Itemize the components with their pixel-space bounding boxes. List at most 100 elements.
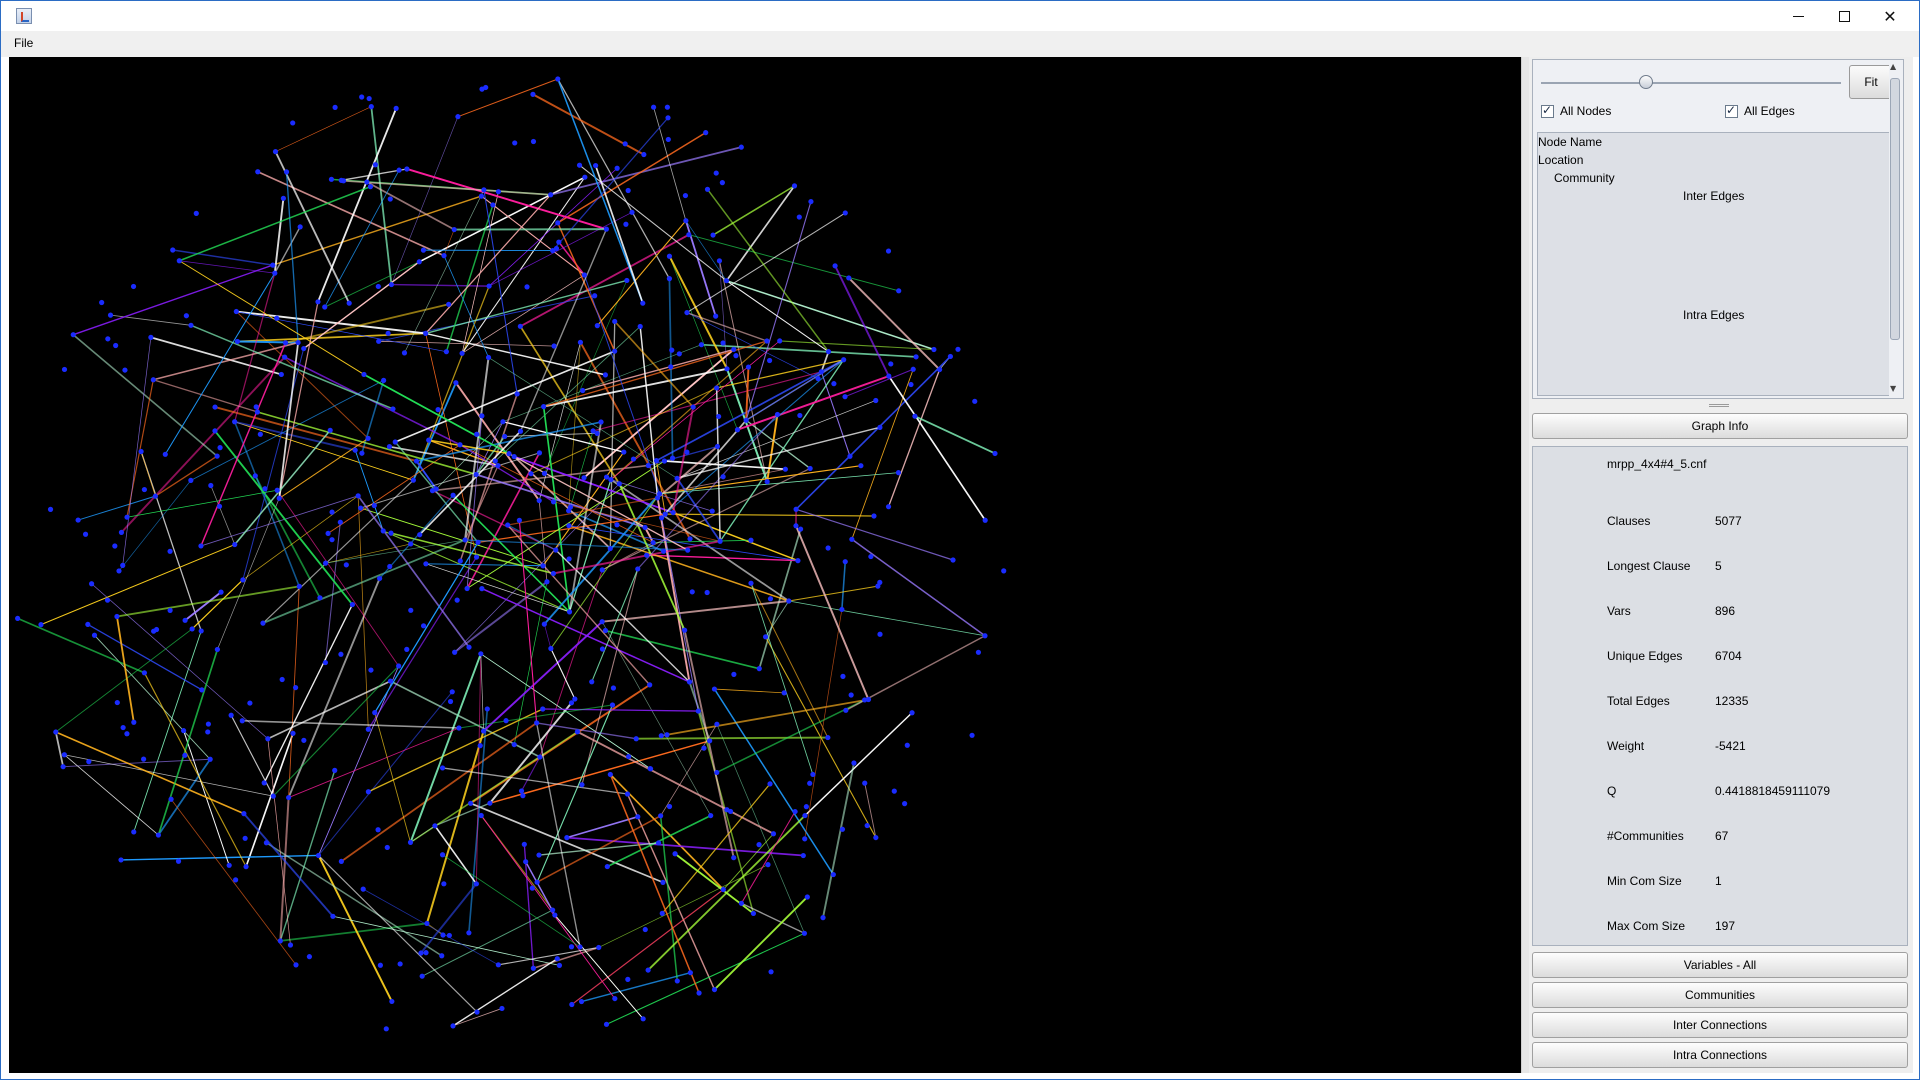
graph-canvas[interactable]	[9, 57, 1521, 1073]
minimize-button[interactable]	[1775, 1, 1821, 31]
graph-node[interactable]	[466, 930, 472, 936]
graph-node[interactable]	[701, 745, 707, 751]
graph-node[interactable]	[793, 523, 799, 529]
graph-node[interactable]	[764, 479, 770, 485]
graph-node[interactable]	[408, 607, 414, 613]
graph-node[interactable]	[330, 913, 336, 919]
graph-node[interactable]	[713, 313, 719, 319]
graph-node[interactable]	[733, 353, 739, 359]
graph-node[interactable]	[388, 281, 395, 288]
graph-node[interactable]	[232, 419, 238, 425]
graph-node[interactable]	[366, 95, 372, 102]
graph-node[interactable]	[825, 734, 831, 741]
graph-node[interactable]	[687, 536, 693, 542]
graph-node[interactable]	[564, 835, 570, 841]
graph-node[interactable]	[105, 336, 111, 342]
graph-node[interactable]	[589, 679, 595, 685]
graph-node[interactable]	[150, 377, 156, 383]
graph-node[interactable]	[767, 357, 773, 364]
graph-node[interactable]	[387, 196, 393, 202]
graph-node[interactable]	[698, 342, 705, 348]
graph-node[interactable]	[703, 130, 709, 136]
graph-node[interactable]	[848, 692, 854, 698]
graph-node[interactable]	[762, 634, 769, 640]
graph-node[interactable]	[642, 926, 648, 933]
graph-node[interactable]	[664, 104, 670, 110]
graph-node[interactable]	[670, 509, 676, 516]
graph-node[interactable]	[566, 609, 573, 615]
graph-node[interactable]	[807, 780, 813, 786]
graph-node[interactable]	[842, 394, 848, 400]
graph-node[interactable]	[239, 718, 245, 724]
graph-node[interactable]	[655, 840, 662, 846]
graph-node[interactable]	[481, 187, 487, 193]
graph-node[interactable]	[871, 513, 877, 519]
graph-node[interactable]	[188, 322, 194, 328]
graph-node[interactable]	[377, 575, 383, 582]
graph-node[interactable]	[199, 687, 205, 693]
graph-node[interactable]	[714, 721, 720, 727]
graph-node[interactable]	[669, 347, 675, 353]
graph-node[interactable]	[982, 517, 988, 523]
graph-node[interactable]	[392, 439, 398, 445]
graph-node[interactable]	[388, 530, 394, 536]
graph-node[interactable]	[608, 477, 614, 483]
graph-node[interactable]	[888, 361, 894, 367]
maximize-button[interactable]	[1821, 1, 1867, 31]
graph-node[interactable]	[443, 349, 449, 355]
graph-node[interactable]	[614, 165, 620, 171]
graph-node[interactable]	[375, 283, 381, 290]
graph-node[interactable]	[868, 553, 874, 560]
graph-node[interactable]	[553, 547, 559, 553]
graph-node[interactable]	[635, 566, 641, 572]
graph-node[interactable]	[795, 558, 801, 564]
graph-node[interactable]	[770, 831, 777, 837]
graph-node[interactable]	[683, 218, 689, 224]
graph-node[interactable]	[61, 752, 67, 758]
graph-node[interactable]	[517, 323, 523, 329]
graph-node[interactable]	[797, 412, 803, 419]
graph-node[interactable]	[865, 696, 872, 703]
graph-node[interactable]	[624, 791, 631, 797]
graph-node[interactable]	[567, 504, 574, 510]
graph-node[interactable]	[540, 706, 546, 712]
graph-node[interactable]	[689, 589, 695, 595]
graph-node[interactable]	[576, 162, 583, 168]
graph-node[interactable]	[743, 417, 749, 423]
graph-node[interactable]	[687, 970, 693, 976]
graph-node[interactable]	[499, 1005, 505, 1012]
graph-node[interactable]	[120, 724, 126, 731]
graph-node[interactable]	[272, 270, 278, 276]
graph-node[interactable]	[536, 497, 542, 504]
graph-node[interactable]	[439, 765, 446, 771]
graph-node[interactable]	[904, 742, 910, 748]
graph-node[interactable]	[120, 562, 126, 568]
graph-node[interactable]	[358, 505, 364, 511]
graph-node[interactable]	[182, 617, 188, 623]
graph-node[interactable]	[550, 247, 556, 254]
graph-node[interactable]	[777, 338, 783, 344]
graph-node[interactable]	[696, 990, 702, 996]
graph-node[interactable]	[947, 353, 953, 360]
graph-node[interactable]	[450, 492, 456, 498]
graph-node[interactable]	[218, 589, 224, 595]
graph-node[interactable]	[364, 179, 370, 185]
graph-node[interactable]	[668, 364, 674, 370]
graph-node[interactable]	[446, 301, 452, 307]
graph-node[interactable]	[594, 323, 600, 329]
graph-node[interactable]	[217, 445, 223, 451]
graph-node[interactable]	[734, 427, 741, 433]
graph-node[interactable]	[260, 620, 266, 626]
graph-node[interactable]	[279, 676, 285, 683]
graph-node[interactable]	[419, 973, 425, 979]
graph-node[interactable]	[992, 450, 998, 457]
graph-node[interactable]	[843, 707, 849, 713]
graph-node[interactable]	[645, 967, 651, 973]
graph-node[interactable]	[902, 801, 908, 807]
graph-node[interactable]	[396, 167, 402, 173]
graph-node[interactable]	[548, 192, 554, 198]
graph-node[interactable]	[296, 583, 302, 589]
graph-node[interactable]	[969, 732, 975, 738]
graph-node[interactable]	[492, 458, 498, 464]
graph-node[interactable]	[641, 151, 647, 158]
